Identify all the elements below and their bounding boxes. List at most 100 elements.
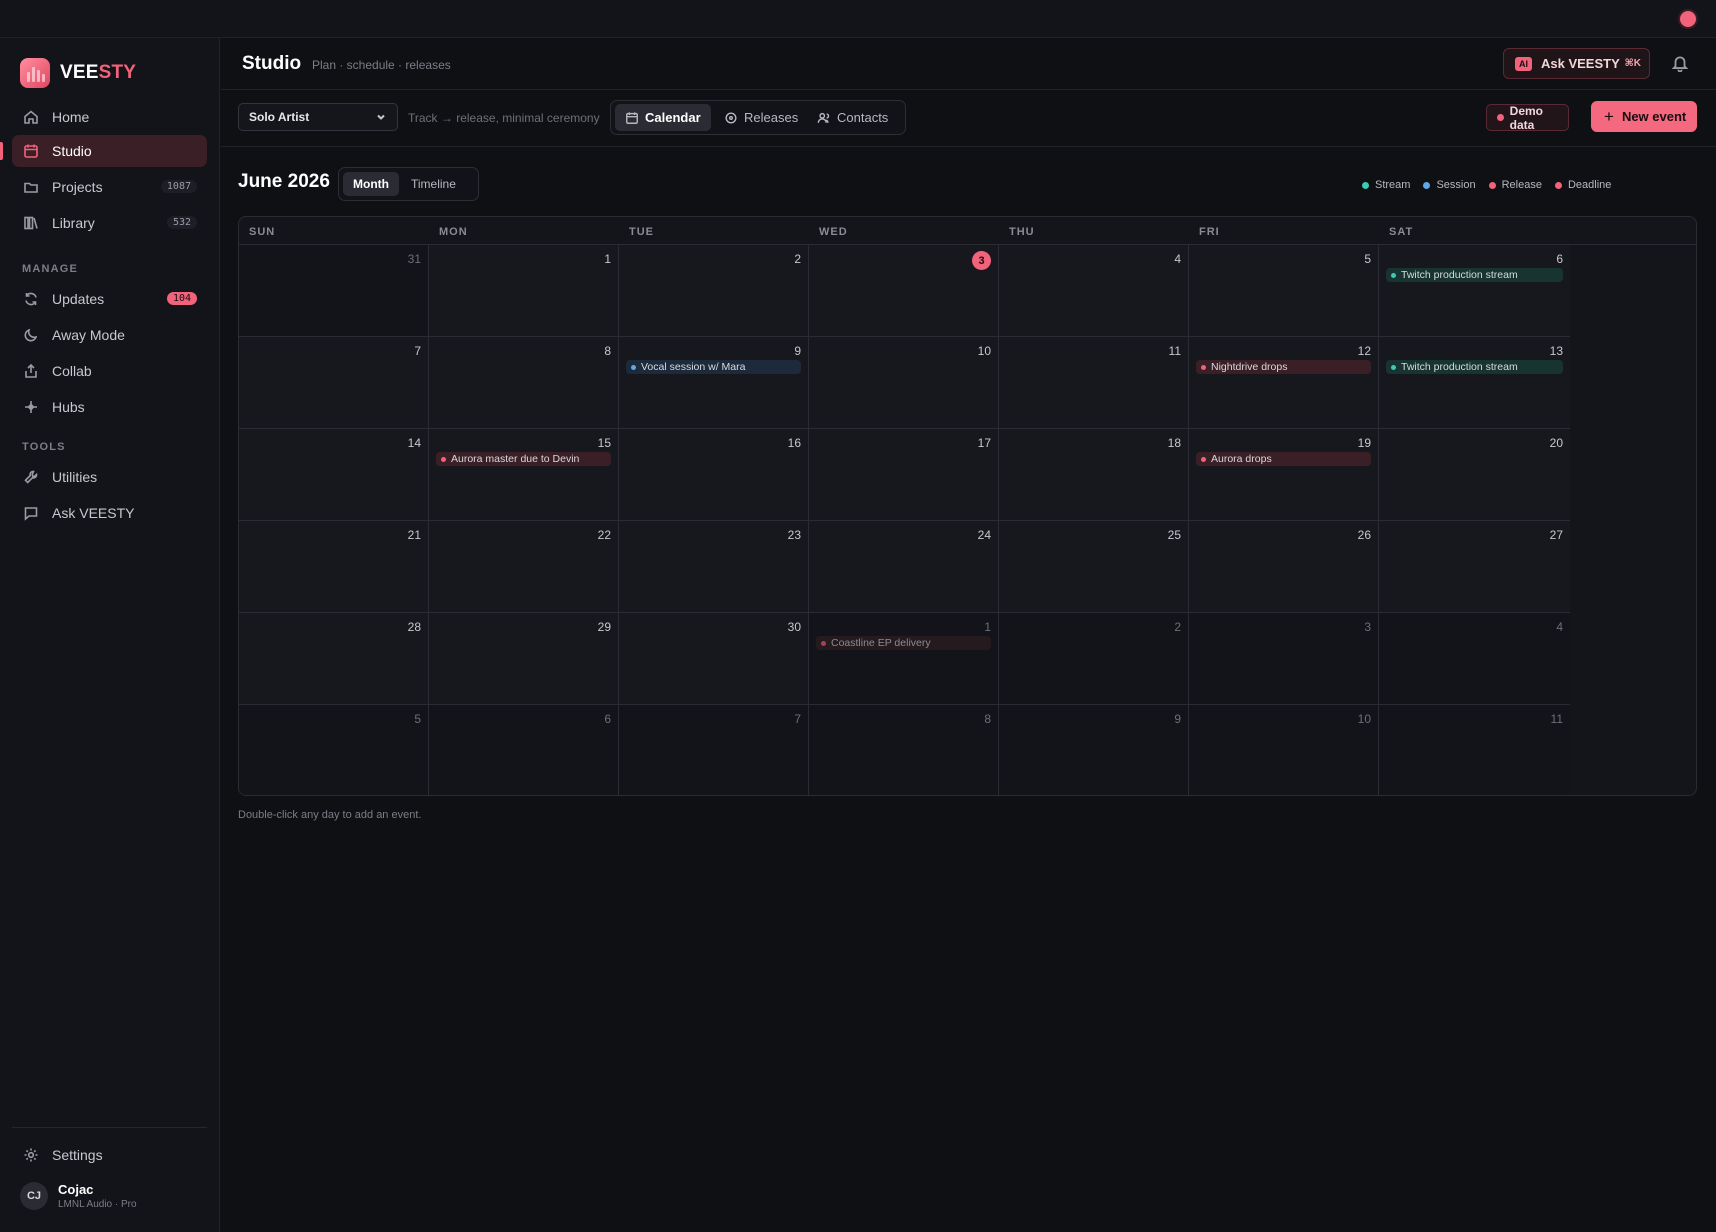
sidebar-item-updates[interactable]: Updates 104 [12,283,207,315]
day-cell[interactable]: 24 [809,521,999,613]
gear-icon [22,1146,40,1164]
sidebar-item-library[interactable]: Library 532 [12,207,207,239]
day-cell[interactable]: 12 Nightdrive drops [1189,337,1379,429]
brand[interactable]: VEESTY [20,58,136,88]
day-cell[interactable]: 6 [429,705,619,795]
day-cell[interactable]: 17 [809,429,999,521]
day-cell[interactable]: 21 [239,521,429,613]
day-cell[interactable]: 26 [1189,521,1379,613]
day-number: 2 [794,252,801,266]
event-dot [1391,364,1396,370]
sidebar-item-home[interactable]: Home [12,101,207,133]
legend-label: Deadline [1567,179,1612,191]
chevron-down-icon [375,111,387,123]
day-cell[interactable]: 3 [1189,613,1379,705]
day-cell[interactable]: 5 [1189,245,1379,337]
day-cell[interactable]: 6 Twitch production stream [1379,245,1570,337]
legend-label: Session [1436,179,1476,191]
day-number: 12 [1357,344,1371,358]
event-dot [441,456,446,462]
calendar-event[interactable]: Aurora master due to Devin [436,452,611,466]
day-cell[interactable]: 15 Aurora master due to Devin [429,429,619,521]
day-cell[interactable]: 28 [239,613,429,705]
view-tabs: Calendar Releases Contacts [610,100,906,135]
day-number: 16 [787,436,801,450]
day-cell[interactable]: 11 [999,337,1189,429]
day-cell[interactable]: 9 Vocal session w/ Mara [619,337,809,429]
sidebar-item-away-mode[interactable]: Away Mode [12,319,207,351]
page-subtitle: Plan · schedule · releases [312,58,451,72]
brand-name: VEESTY [60,62,136,84]
day-cell[interactable]: 11 [1379,705,1570,795]
day-cell[interactable]: 10 [1189,705,1379,795]
sidebar-item-hubs[interactable]: Hubs [12,391,207,423]
day-cell[interactable]: 29 [429,613,619,705]
sidebar-item-label: Utilities [52,469,98,485]
new-event-button[interactable]: + New event [1591,101,1697,132]
day-cell[interactable]: 10 [809,337,999,429]
day-cell[interactable]: 16 [619,429,809,521]
day-cell[interactable]: 7 [619,705,809,795]
day-cell[interactable]: 20 [1379,429,1570,521]
sidebar-item-label: Settings [52,1147,103,1163]
day-cell[interactable]: 4 [999,245,1189,337]
library-count-badge: 532 [166,216,197,229]
demo-data-button[interactable]: Demo data [1486,104,1569,132]
calendar-event[interactable]: Twitch production stream [1386,360,1563,374]
day-cell[interactable]: 1 [429,245,619,337]
ask-veesty-button[interactable]: AI Ask VEESTY ⌘K [1503,48,1650,79]
calendar-event[interactable]: Coastline EP delivery [816,636,991,650]
bell-icon[interactable] [1671,54,1691,74]
day-cell[interactable]: 2 [999,613,1189,705]
day-cell[interactable]: 2 [619,245,809,337]
day-cell[interactable]: 5 [239,705,429,795]
day-cell[interactable]: 31 [239,245,429,337]
calendar-event[interactable]: Twitch production stream [1386,268,1563,282]
legend-dot [1554,181,1562,189]
sidebar-item-label: Collab [52,363,92,379]
event-label: Coastline EP delivery [831,637,931,649]
tab-releases[interactable]: Releases [714,104,808,131]
view-timeline-button[interactable]: Timeline [401,172,466,196]
day-cell[interactable]: 8 [429,337,619,429]
users-icon [817,112,830,123]
day-cell[interactable]: 3 [809,245,999,337]
calendar-event[interactable]: Nightdrive drops [1196,360,1371,374]
day-cell[interactable]: 9 [999,705,1189,795]
day-number: 6 [1556,252,1563,266]
sidebar-item-projects[interactable]: Projects 1087 [12,171,207,203]
sidebar-item-utilities[interactable]: Utilities [12,461,207,493]
sidebar-item-ask-veesty[interactable]: Ask VEESTY [12,497,207,529]
day-cell[interactable]: 27 [1379,521,1570,613]
day-cell[interactable]: 19 Aurora drops [1189,429,1379,521]
day-cell[interactable]: 22 [429,521,619,613]
day-cell[interactable]: 25 [999,521,1189,613]
calendar-icon [626,111,638,124]
sidebar-item-settings[interactable]: Settings [12,1139,207,1171]
user-profile[interactable]: CJ Cojac LMNL Audio · Pro [20,1182,137,1210]
day-cell[interactable]: 13 Twitch production stream [1379,337,1570,429]
day-cell[interactable]: 1 Coastline EP delivery [809,613,999,705]
calendar-event[interactable]: Vocal session w/ Mara [626,360,801,374]
sidebar-item-collab[interactable]: Collab [12,355,207,387]
day-cell[interactable]: 23 [619,521,809,613]
brand-logo-icon [20,58,50,88]
tab-calendar[interactable]: Calendar [615,104,711,131]
calendar-event[interactable]: Aurora drops [1196,452,1371,466]
day-cell[interactable]: 14 [239,429,429,521]
day-cell[interactable]: 30 [619,613,809,705]
wrench-icon [22,468,40,486]
event-label: Nightdrive drops [1211,361,1288,373]
page-title: Studio [242,53,302,74]
day-cell[interactable]: 7 [239,337,429,429]
sidebar-item-studio[interactable]: Studio [12,135,207,167]
view-month-button[interactable]: Month [343,172,399,196]
artist-select[interactable]: Solo Artist [238,103,398,131]
event-dot [1201,364,1206,370]
sidebar-item-label: Ask VEESTY [52,505,135,521]
day-cell[interactable]: 18 [999,429,1189,521]
day-cell[interactable]: 8 [809,705,999,795]
tab-contacts[interactable]: Contacts [807,104,898,131]
window-close-dot[interactable] [1680,11,1696,27]
day-cell[interactable]: 4 [1379,613,1570,705]
